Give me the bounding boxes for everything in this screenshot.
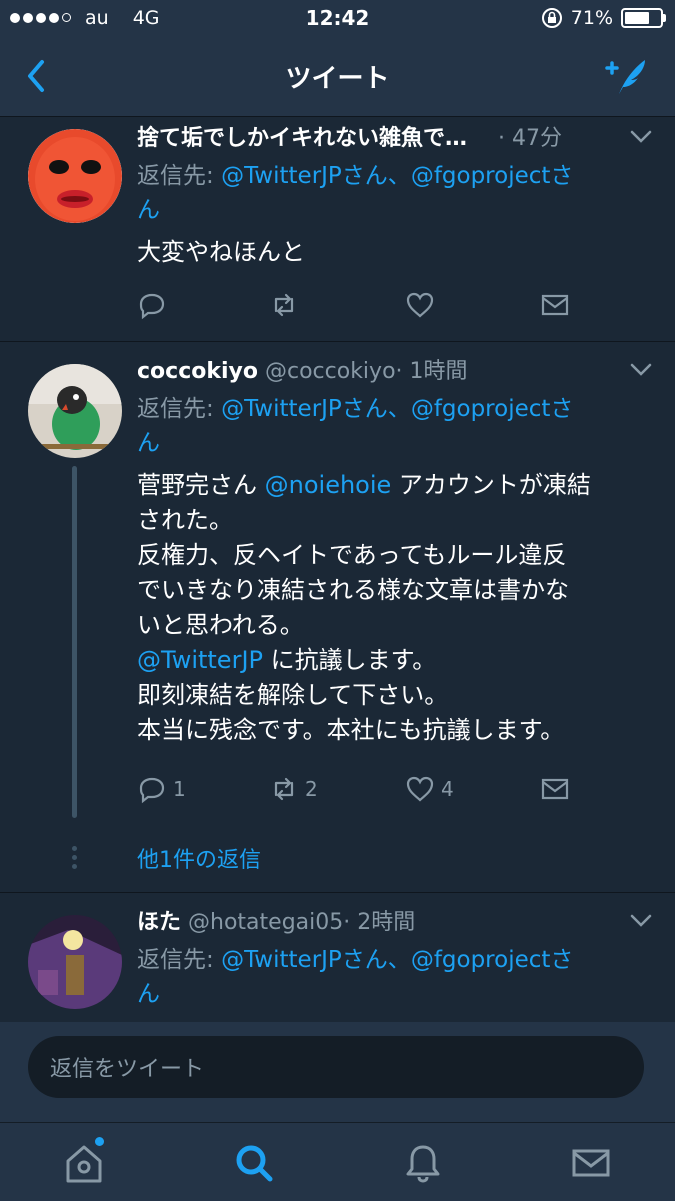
retweet-count: 2: [305, 777, 318, 801]
page-title: ツイート: [285, 64, 390, 94]
thread-more-dots: [72, 846, 77, 873]
user-handle[interactable]: @hotategai05: [188, 910, 343, 935]
reply-to-line: 返信先: @TwitterJPさん、@fgoprojectさん: [137, 163, 574, 223]
tab-notifications[interactable]: [393, 1133, 453, 1193]
battery-icon: [621, 8, 666, 28]
show-more-replies-link[interactable]: 他1件の返信: [137, 842, 261, 874]
thread-line: [72, 466, 77, 818]
compose-tweet-icon[interactable]: [601, 54, 649, 98]
timestamp: · 2時間: [343, 910, 416, 935]
tweet-header: coccokiyo @coccokiyo· 1時間: [137, 358, 653, 386]
reply-count: 1: [173, 777, 186, 801]
mail-icon: [541, 294, 569, 316]
mention-link[interactable]: @TwitterJPさん、: [221, 947, 411, 973]
retweet-icon: [274, 777, 294, 801]
timestamp: · 47分: [498, 126, 562, 151]
tweet-header: ほた @hotategai05· 2時間: [137, 909, 653, 937]
mention-link[interactable]: @fgoprojectさ: [411, 396, 574, 422]
tab-messages[interactable]: [561, 1133, 621, 1193]
tweet[interactable]: coccokiyo @coccokiyo· 1時間 返信先: @TwitterJ…: [0, 342, 675, 893]
tweet-header: 捨て垢でしかイキれない雑魚で… · 47分: [137, 125, 653, 153]
status-bar: au 4G 12:42 71%: [0, 0, 675, 38]
like-button[interactable]: 4: [405, 773, 454, 805]
mention-link[interactable]: @fgoprojectさ: [411, 947, 574, 973]
display-name[interactable]: coccokiyo: [137, 359, 258, 384]
bell-icon: [406, 1145, 440, 1183]
tab-search[interactable]: [224, 1133, 284, 1193]
mention-link[interactable]: @fgoprojectさ: [411, 163, 574, 189]
avatar[interactable]: [28, 364, 122, 458]
mail-icon: [572, 1149, 610, 1177]
mail-icon: [541, 778, 569, 800]
navigation-bar: ツイート: [0, 38, 675, 117]
chevron-down-icon[interactable]: [629, 362, 653, 378]
chevron-down-icon[interactable]: [629, 913, 653, 929]
chevron-down-icon[interactable]: [629, 129, 653, 145]
like-button[interactable]: [405, 289, 435, 321]
reply-to-line: 返信先: @TwitterJPさん、@fgoprojectさん: [137, 396, 574, 456]
reply-button[interactable]: [137, 289, 167, 321]
like-count: 4: [441, 777, 454, 801]
home-icon: [66, 1145, 102, 1183]
reply-input[interactable]: 返信をツイート: [28, 1036, 644, 1098]
user-handle[interactable]: @coccokiyo: [265, 359, 396, 384]
tab-home[interactable]: [54, 1133, 114, 1193]
display-name[interactable]: 捨て垢でしかイキれない雑魚で…: [137, 126, 467, 151]
rotation-lock-icon: [541, 8, 562, 28]
direct-message-button[interactable]: [540, 773, 570, 805]
battery-percent: 71%: [570, 7, 613, 29]
retweet-icon: [274, 293, 294, 317]
tweet-text: 大変やねほんと: [137, 238, 305, 266]
avatar[interactable]: [28, 915, 122, 1009]
reply-placeholder: 返信をツイート: [50, 1057, 205, 1082]
reply-button[interactable]: 1: [137, 773, 186, 805]
notification-dot: [95, 1137, 104, 1146]
mention-link[interactable]: @TwitterJPさん、: [221, 163, 411, 189]
tweet-actions: [137, 289, 577, 321]
direct-message-button[interactable]: [540, 289, 570, 321]
avatar[interactable]: [28, 129, 122, 223]
mention-link[interactable]: @TwitterJP: [137, 646, 263, 674]
mention-link[interactable]: @noiehoie: [265, 471, 392, 499]
tweet[interactable]: ほた @hotategai05· 2時間 返信先: @TwitterJPさん、@…: [0, 893, 675, 1022]
reply-to-line: 返信先: @TwitterJPさん、@fgoprojectさん: [137, 947, 574, 1007]
tweet-actions: 1 2 4: [137, 773, 577, 805]
mention-link[interactable]: @TwitterJPさん、: [221, 396, 411, 422]
tab-bar: [0, 1122, 675, 1201]
search-icon: [236, 1145, 273, 1182]
retweet-button[interactable]: [269, 289, 299, 321]
heart-icon: [406, 776, 434, 802]
retweet-button[interactable]: 2: [269, 773, 318, 805]
tweet-text: 菅野完さん @noiehoie アカウントが凍結 された。 反権力、反ヘイトであ…: [137, 471, 591, 744]
reply-composer: 返信をツイート: [0, 1022, 675, 1122]
reply-timeline: 捨て垢でしかイキれない雑魚で… · 47分 返信先: @TwitterJPさん、…: [0, 117, 675, 1022]
reply-icon: [139, 293, 165, 320]
timestamp: · 1時間: [395, 359, 468, 384]
reply-icon: [139, 777, 165, 804]
tweet[interactable]: 捨て垢でしかイキれない雑魚で… · 47分 返信先: @TwitterJPさん、…: [0, 117, 675, 342]
display-name[interactable]: ほた: [137, 910, 181, 935]
heart-icon: [406, 292, 434, 318]
